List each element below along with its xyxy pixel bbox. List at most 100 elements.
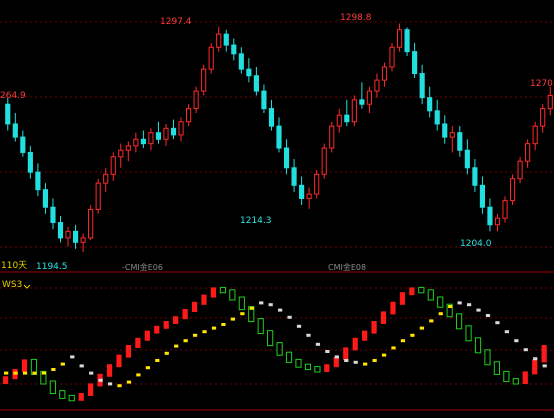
candle-body xyxy=(487,206,493,226)
candle-body xyxy=(412,51,418,75)
signal-dot xyxy=(192,333,198,337)
candle-body xyxy=(50,206,56,224)
signal-dot xyxy=(325,350,330,353)
signal-dot xyxy=(4,371,9,375)
candle-body xyxy=(299,184,305,199)
price-label-high-2: 1298.8 xyxy=(340,13,372,23)
candle-body xyxy=(509,178,516,202)
indicator-bar xyxy=(409,287,415,296)
candle-body xyxy=(27,151,33,173)
price-label-low-2: 1214.3 xyxy=(240,216,272,226)
candle-body xyxy=(359,99,365,105)
signal-dot xyxy=(259,301,264,305)
signal-dot xyxy=(344,359,349,362)
indicator-bar xyxy=(314,366,321,373)
indicator-bar xyxy=(21,359,28,372)
indicator-bar xyxy=(182,309,188,320)
candle-body xyxy=(35,171,41,191)
signal-dot xyxy=(22,371,28,375)
signal-dot xyxy=(306,333,311,337)
candle-body xyxy=(140,138,146,145)
signal-dot xyxy=(249,306,254,310)
signal-dot xyxy=(287,315,292,319)
candle-body xyxy=(193,90,199,110)
signal-dot xyxy=(400,339,406,343)
candle-body xyxy=(314,173,320,195)
signal-dot xyxy=(155,359,160,362)
signal-dot xyxy=(533,357,538,361)
candle-body xyxy=(88,208,94,239)
indicator-bar xyxy=(493,361,501,375)
signal-dot xyxy=(315,342,321,346)
signal-dot xyxy=(164,351,169,355)
indicator-bar xyxy=(163,321,169,329)
signal-dot xyxy=(391,346,396,350)
candle-body xyxy=(449,132,455,138)
candle-body xyxy=(103,173,109,184)
signal-dot xyxy=(372,359,377,362)
candle-body xyxy=(329,125,335,149)
candle-body xyxy=(427,97,433,112)
signal-dot xyxy=(448,305,453,308)
candle-body xyxy=(42,189,49,208)
candle-body xyxy=(457,132,463,151)
signal-dot xyxy=(174,344,179,348)
indicator-bar xyxy=(380,311,387,324)
candle-body xyxy=(344,114,350,123)
candle-body xyxy=(110,156,116,175)
date-label-1: -CMI金E06 xyxy=(122,263,163,272)
signal-dot xyxy=(523,348,528,352)
signal-dot xyxy=(334,355,339,359)
signal-dot xyxy=(504,330,510,334)
candle-body xyxy=(389,46,395,68)
candle-body xyxy=(283,147,290,169)
indicator-bar xyxy=(201,294,207,305)
candle-body xyxy=(20,136,26,153)
signal-dot xyxy=(268,303,273,307)
candle-body xyxy=(479,184,485,208)
candle-body xyxy=(381,66,388,81)
indicator-bar xyxy=(437,296,444,308)
signal-dot xyxy=(457,301,462,305)
signal-dot xyxy=(542,364,547,368)
candle-body xyxy=(540,108,546,127)
candle-body xyxy=(502,200,508,219)
indicator-bar xyxy=(267,330,274,347)
candle-body xyxy=(396,29,403,48)
signal-dot xyxy=(363,362,368,366)
candle-body xyxy=(231,44,237,55)
signal-dot xyxy=(98,378,103,382)
indicator-selector[interactable]: WS3 xyxy=(2,275,31,294)
indicator-bar xyxy=(257,318,264,335)
signal-dot xyxy=(117,384,122,388)
candle-body xyxy=(404,29,410,53)
candle-body xyxy=(57,222,64,239)
indicator-bar xyxy=(362,330,368,341)
indicator-bar xyxy=(456,313,463,330)
candle-body xyxy=(238,53,244,70)
chart-window: 264.9 1297.4 1298.8 1270. 1194.5 1214.3 … xyxy=(0,0,554,414)
candle-body xyxy=(246,68,252,77)
signal-dot xyxy=(514,339,519,343)
candle-body xyxy=(419,73,425,99)
candle-body xyxy=(517,160,523,180)
indicator-bar xyxy=(343,347,349,360)
indicator-bar xyxy=(59,390,66,399)
signal-dot xyxy=(60,362,65,366)
candle-body xyxy=(223,33,229,46)
candle-body xyxy=(374,79,380,92)
indicator-bar xyxy=(238,296,245,311)
indicator-bar xyxy=(503,370,510,383)
indicator-bar xyxy=(144,330,150,341)
signal-dot xyxy=(466,303,472,307)
indicator-bar xyxy=(116,354,122,368)
candle-body xyxy=(532,125,538,145)
signal-dot xyxy=(240,312,245,316)
indicator-bar xyxy=(512,378,519,385)
signal-dot xyxy=(296,324,302,328)
candle-body xyxy=(95,182,101,210)
candle-body xyxy=(336,114,342,127)
candle-body xyxy=(321,147,327,175)
indicator-bar xyxy=(135,337,141,348)
candle-body xyxy=(170,127,177,136)
